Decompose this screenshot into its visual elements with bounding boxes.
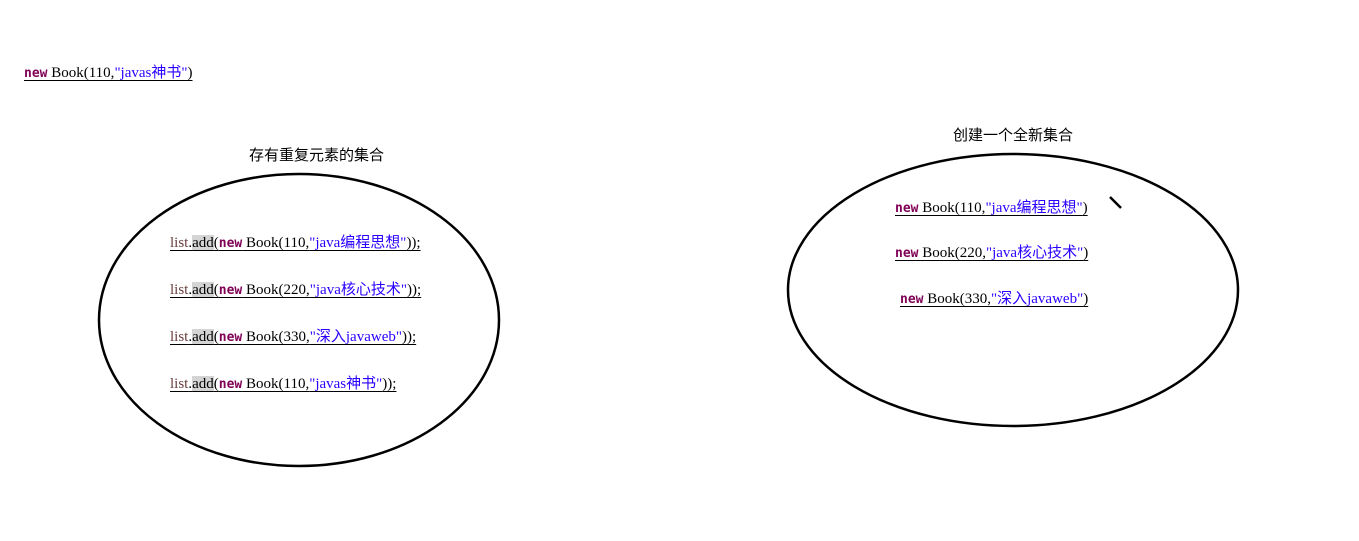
call-tail: ) [1083,291,1089,307]
string-literal: "java编程思想" [985,200,1083,216]
add-method: add [192,329,214,345]
string-literal: "javas神书" [114,65,188,81]
string-literal: "java核心技术" [985,245,1084,261]
call-tail: )); [406,282,422,298]
left-set-ellipse [97,172,501,468]
keyword-new: new [895,246,919,261]
keyword-new: new [218,377,243,392]
cursor-mark [1109,196,1122,209]
left-set-line-4: list.add(new Book(110,"javas神书")); [170,375,396,394]
diagram-canvas [97,152,1240,468]
standalone-new-book-line: new Book(110,"javas神书") [24,64,193,83]
right-set-caption: 创建一个全新集合 [953,126,1074,144]
list-var: list [170,282,189,298]
constructor-call: Book(330, [923,291,991,307]
string-literal: "java编程思想" [309,235,407,251]
right-set-line-1: new Book(110,"java编程思想") [895,199,1088,218]
left-set-caption: 存有重复元素的集合 [249,146,385,164]
keyword-new: new [218,236,243,251]
list-var: list [170,376,189,392]
call-tail: )); [401,329,417,345]
add-method: add [192,282,214,298]
call-tail: ) [1082,200,1088,216]
string-literal: "javas神书" [309,376,383,392]
add-method: add [192,235,214,251]
keyword-new: new [218,330,243,345]
string-literal: "java核心技术" [309,282,407,298]
right-set-line-3: new Book(330,"深入javaweb") [900,290,1088,309]
call-tail: )); [382,376,397,392]
constructor-call: Book(220, [242,282,310,298]
string-literal: "深入javaweb" [309,329,402,345]
keyword-new: new [895,201,919,216]
right-set-line-2: new Book(220,"java核心技术") [895,244,1088,263]
left-set-line-2: list.add(new Book(220,"java核心技术")); [170,281,421,300]
constructor-call: Book(110, [47,65,115,81]
keyword-new: new [900,292,924,307]
constructor-call: Book(330, [242,329,310,345]
constructor-call: Book(110, [242,235,310,251]
add-method: add [192,376,214,392]
left-set-line-3: list.add(new Book(330,"深入javaweb")); [170,328,416,347]
string-literal: "深入javaweb" [990,291,1084,307]
list-var: list [170,235,189,251]
keyword-new: new [218,283,243,298]
constructor-call: Book(110, [242,376,310,392]
constructor-call: Book(110, [918,200,986,216]
constructor-call: Book(220, [918,245,986,261]
call-tail: ) [187,65,193,81]
keyword-new: new [24,66,48,81]
call-tail: )); [406,235,421,251]
left-set-line-1: list.add(new Book(110,"java编程思想")); [170,234,421,253]
call-tail: ) [1083,245,1089,261]
list-var: list [170,329,189,345]
